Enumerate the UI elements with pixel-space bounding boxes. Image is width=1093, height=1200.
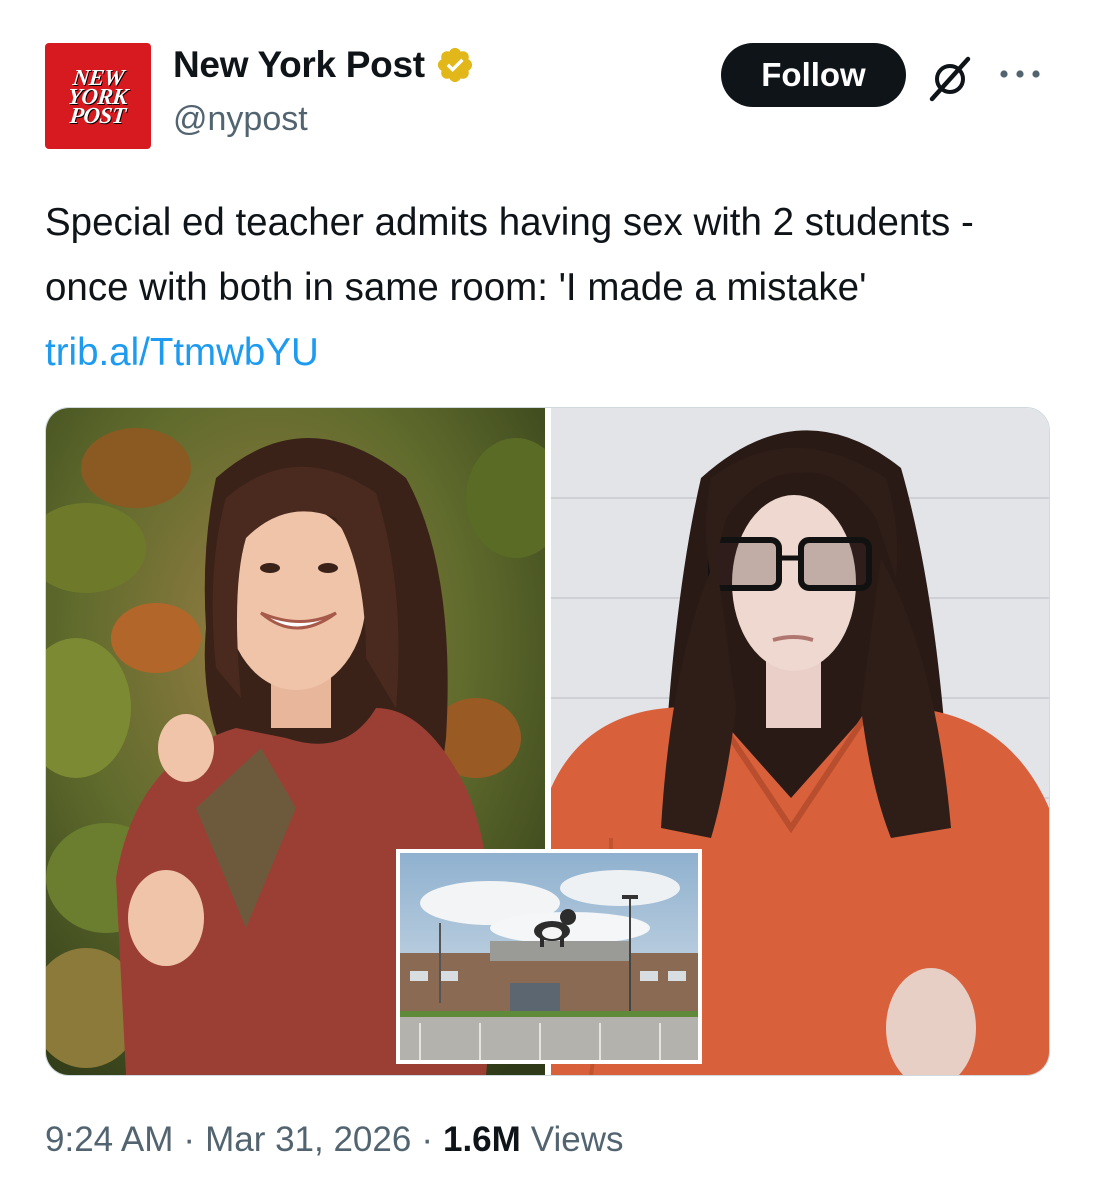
views-count: 1.6M xyxy=(442,1120,521,1159)
name-row: New York Post xyxy=(173,44,475,86)
views-label: Views xyxy=(530,1120,624,1159)
handle[interactable]: @nypost xyxy=(173,100,308,139)
more-icon[interactable] xyxy=(996,62,1044,86)
tweet-meta: 9:24 AM · Mar 31, 2026 · 1.6M Views xyxy=(45,1120,624,1160)
photo-inset-school[interactable] xyxy=(396,849,702,1064)
follow-button[interactable]: Follow xyxy=(721,43,906,107)
verified-badge-icon xyxy=(437,47,472,83)
meta-separator-1: · xyxy=(183,1120,196,1159)
meta-separator-2: · xyxy=(421,1120,433,1159)
avatar[interactable]: NEW YORK POST xyxy=(45,43,151,149)
media-collage[interactable] xyxy=(45,407,1050,1076)
tweet-date[interactable]: Mar 31, 2026 xyxy=(205,1120,411,1160)
tweet-text: Special ed teacher admits having sex wit… xyxy=(45,190,1055,385)
display-name[interactable]: New York Post xyxy=(173,44,425,86)
grok-icon[interactable] xyxy=(925,54,975,104)
tweet-body: Special ed teacher admits having sex wit… xyxy=(45,201,974,309)
logo-line-3: POST xyxy=(68,102,128,128)
tweet-link[interactable]: trib.al/TtmwbYU xyxy=(45,331,319,374)
tweet-time[interactable]: 9:24 AM xyxy=(45,1120,173,1160)
